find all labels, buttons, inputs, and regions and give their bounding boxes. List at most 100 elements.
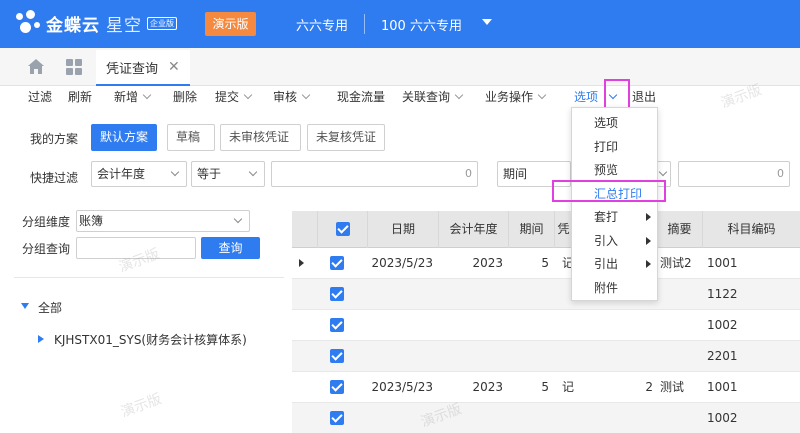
menu-item[interactable]: 预览 [572,158,657,182]
org-name[interactable]: 六六专用 [296,15,348,34]
cell-voucher-no [622,403,655,433]
cell-date [368,279,439,310]
new-button[interactable]: 新增 [114,86,152,108]
refresh-button[interactable]: 刷新 [68,86,92,108]
scheme-unaudited[interactable]: 未审核凭证 [220,124,301,151]
group-dim-select[interactable]: 账簿 [76,210,250,232]
watermark: 演示版 [118,391,164,421]
chevron-down-icon [454,90,464,100]
cell-year [439,279,509,310]
collapse-icon[interactable] [21,303,29,309]
options-label: 选项 [574,90,599,104]
logo-mark-icon [14,10,44,36]
cell-period [509,403,555,433]
voucher-grid: 日期 会计年度 期间 凭 摘要 科目编码 2023/5/23 2023 5 记测试2 1… [292,211,800,433]
exit-button[interactable]: 退出 [632,86,656,108]
related-query-button[interactable]: 关联查询 [402,86,464,108]
row-checkbox[interactable] [330,256,344,270]
summary-print-highlight-box [552,180,666,202]
business-ops-label: 业务操作 [485,90,534,104]
menu-item[interactable]: 套打 [572,205,657,229]
menu-item-label: 打印 [594,139,619,154]
filter-field-value: 会计年度 [97,167,146,181]
row-checkbox[interactable] [330,318,344,332]
cell-date: 2023/5/23 [371,256,433,270]
table-row[interactable]: 2201 [292,341,800,372]
home-icon[interactable] [27,58,45,76]
row-checkbox[interactable] [330,287,344,301]
menu-item[interactable]: 选项 [572,111,657,135]
table-row[interactable]: 1002 [292,403,800,433]
submenu-arrow-icon [646,236,651,245]
submenu-arrow-icon [646,213,651,221]
cell-year [439,341,509,372]
tree-node-kjhstx01[interactable]: KJHSTX01_SYS(财务会计核算体系) [54,331,247,348]
cell-summary [660,341,704,372]
header-divider [364,14,365,34]
filter-field-select[interactable]: 会计年度 [91,161,187,187]
header-period[interactable]: 期间 [509,211,555,248]
menu-item[interactable]: 附件 [572,276,657,300]
chevron-down-icon [658,167,668,177]
audit-label: 审核 [273,90,298,104]
table-row[interactable]: 2023/5/23 2023 5 记 2 测试 1001 [292,372,800,403]
options-menu: 选项 打印 预览 汇总打印 套打 引入 引出 附件 [571,107,658,301]
delete-button[interactable]: 删除 [173,86,197,108]
chevron-down-icon [248,167,258,177]
group-dim-value: 账簿 [79,214,104,228]
submit-label: 提交 [215,90,240,104]
table-row[interactable]: 2023/5/23 2023 5 记测试2 1001 [292,248,800,279]
org-dropdown-icon[interactable] [482,19,492,25]
group-query-input[interactable] [76,237,196,259]
header-select-all[interactable] [318,211,368,248]
tab-voucher-query[interactable]: 凭证查询 ✕ [96,50,190,86]
query-button[interactable]: 查询 [201,237,260,259]
expand-icon[interactable] [38,335,44,343]
menu-item-label: 套打 [594,210,619,224]
header-summary[interactable]: 摘要 [657,211,703,248]
menu-item[interactable]: 打印 [572,135,657,159]
scheme-unreviewed[interactable]: 未复核凭证 [307,124,385,151]
audit-button[interactable]: 审核 [273,86,311,108]
menu-item-label: 预览 [594,163,619,177]
cell-voucher-word [562,310,582,341]
header-year[interactable]: 会计年度 [439,211,509,248]
brand-logo[interactable]: 金蝶云 星空 企业版 [14,10,177,36]
scheme-default[interactable]: 默认方案 [91,124,157,151]
business-ops-button[interactable]: 业务操作 [485,86,547,108]
cell-year [439,310,509,341]
filter-value2-input[interactable]: 0 [678,161,790,187]
demo-badge[interactable]: 演示版 [205,12,256,36]
submit-button[interactable]: 提交 [215,86,253,108]
panel-divider [14,277,284,278]
menu-item[interactable]: 引入 [572,229,657,253]
brand-name: 金蝶云 [46,15,100,36]
menu-item[interactable]: 引出 [572,252,657,276]
filter-value-input[interactable]: 0 [271,161,478,187]
chevron-down-icon [142,90,152,100]
filter-operator-select[interactable]: 等于 [191,161,265,187]
select-all-checkbox[interactable] [336,222,350,236]
table-row[interactable]: 1122 [292,279,800,310]
menu-item-label: 引入 [594,233,619,248]
row-checkbox[interactable] [330,411,344,425]
tree-root-all[interactable]: 全部 [38,299,62,316]
header-account-code[interactable]: 科目编码 [703,211,800,248]
org-switcher[interactable]: 100 六六专用 [381,15,462,34]
menu-item-label: 引出 [594,257,619,271]
cell-date [368,341,439,372]
app-grid-icon[interactable] [66,59,82,75]
filter-button[interactable]: 过滤 [28,86,52,108]
row-checkbox[interactable] [330,380,344,394]
header-date[interactable]: 日期 [368,211,439,248]
close-icon[interactable]: ✕ [168,59,180,75]
cashflow-button[interactable]: 现金流量 [337,86,385,108]
menu-item-label: 选项 [594,116,619,130]
cell-voucher-no [622,310,655,341]
chevron-down-icon [233,214,243,224]
row-checkbox[interactable] [330,349,344,363]
table-row[interactable]: 1002 [292,310,800,341]
cell-voucher-word [562,341,582,372]
scheme-draft[interactable]: 草稿 [167,124,215,151]
cell-period [509,310,555,341]
